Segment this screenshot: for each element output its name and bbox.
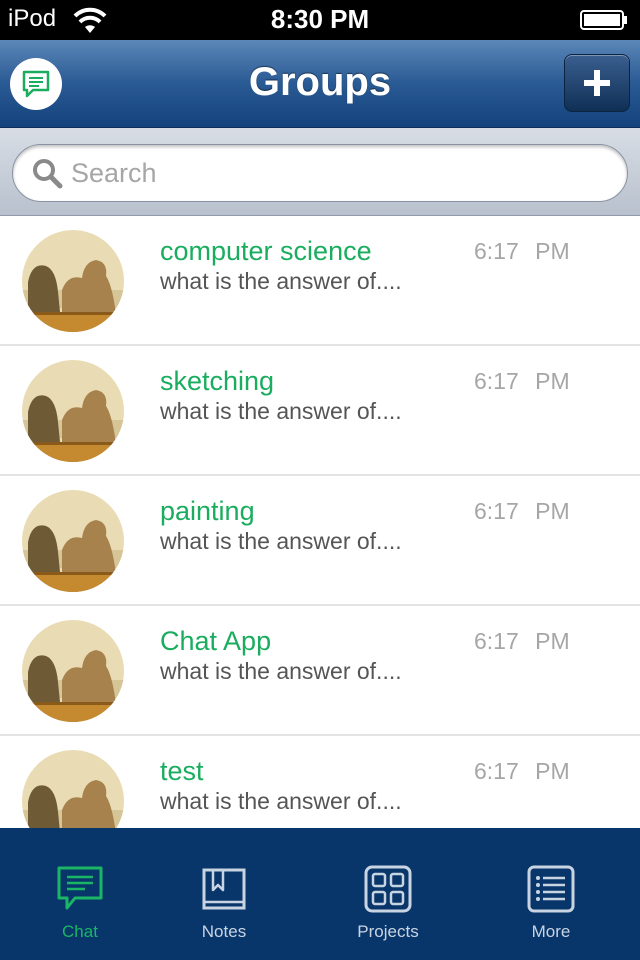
group-name: painting	[160, 496, 255, 526]
nav-bar: Groups	[0, 40, 640, 128]
battery-icon	[580, 10, 627, 30]
search-icon	[33, 159, 63, 189]
group-name: Chat App	[160, 626, 272, 656]
message-time: 6:17 PM	[474, 238, 570, 264]
tab-label: Projects	[357, 922, 419, 941]
search-input[interactable]	[71, 153, 591, 193]
search-field[interactable]	[12, 144, 628, 202]
message-time: 6:17 PM	[474, 628, 570, 654]
group-row[interactable]: painting what is the answer of.... 6:17 …	[0, 476, 640, 606]
grid-icon	[364, 865, 412, 913]
group-row[interactable]: test what is the answer of.... 6:17 PM	[0, 736, 640, 828]
plus-icon	[584, 70, 610, 96]
message-preview: what is the answer of....	[160, 658, 402, 684]
message-time: 6:17 PM	[474, 498, 570, 524]
tab-chat[interactable]: Chat	[0, 828, 160, 960]
group-name: test	[160, 756, 204, 786]
search-bar	[0, 128, 640, 216]
avatar	[22, 230, 124, 332]
group-name: computer science	[160, 236, 372, 266]
message-preview: what is the answer of....	[160, 268, 402, 294]
avatar	[22, 490, 124, 592]
avatar	[22, 620, 124, 722]
tab-more[interactable]: More	[471, 828, 631, 960]
tab-label: Notes	[201, 922, 247, 941]
message-time: 6:17 PM	[474, 368, 570, 394]
message-preview: what is the answer of....	[160, 528, 402, 554]
tab-bar: Chat Notes Projects More	[0, 828, 640, 960]
status-time: 8:30 PM	[270, 4, 370, 34]
group-row[interactable]: computer science what is the answer of..…	[0, 216, 640, 346]
status-bar: iPod 8:30 PM	[0, 0, 640, 40]
avatar	[22, 750, 124, 828]
group-name: sketching	[160, 366, 275, 396]
avatar	[22, 360, 124, 462]
message-time: 6:17 PM	[474, 758, 570, 784]
book-icon	[202, 868, 246, 910]
tab-projects[interactable]: Projects	[308, 828, 468, 960]
tab-label: More	[531, 922, 571, 941]
page-title: Groups	[248, 60, 392, 104]
group-list[interactable]: computer science what is the answer of..…	[0, 216, 640, 828]
list-icon	[527, 865, 575, 913]
tab-label: Chat	[62, 922, 98, 941]
add-group-button[interactable]	[564, 54, 630, 112]
chat-icon	[57, 866, 103, 910]
group-row[interactable]: sketching what is the answer of.... 6:17…	[0, 346, 640, 476]
message-preview: what is the answer of....	[160, 398, 402, 424]
group-row[interactable]: Chat App what is the answer of.... 6:17 …	[0, 606, 640, 736]
tab-notes[interactable]: Notes	[144, 828, 304, 960]
message-preview: what is the answer of....	[160, 788, 402, 814]
